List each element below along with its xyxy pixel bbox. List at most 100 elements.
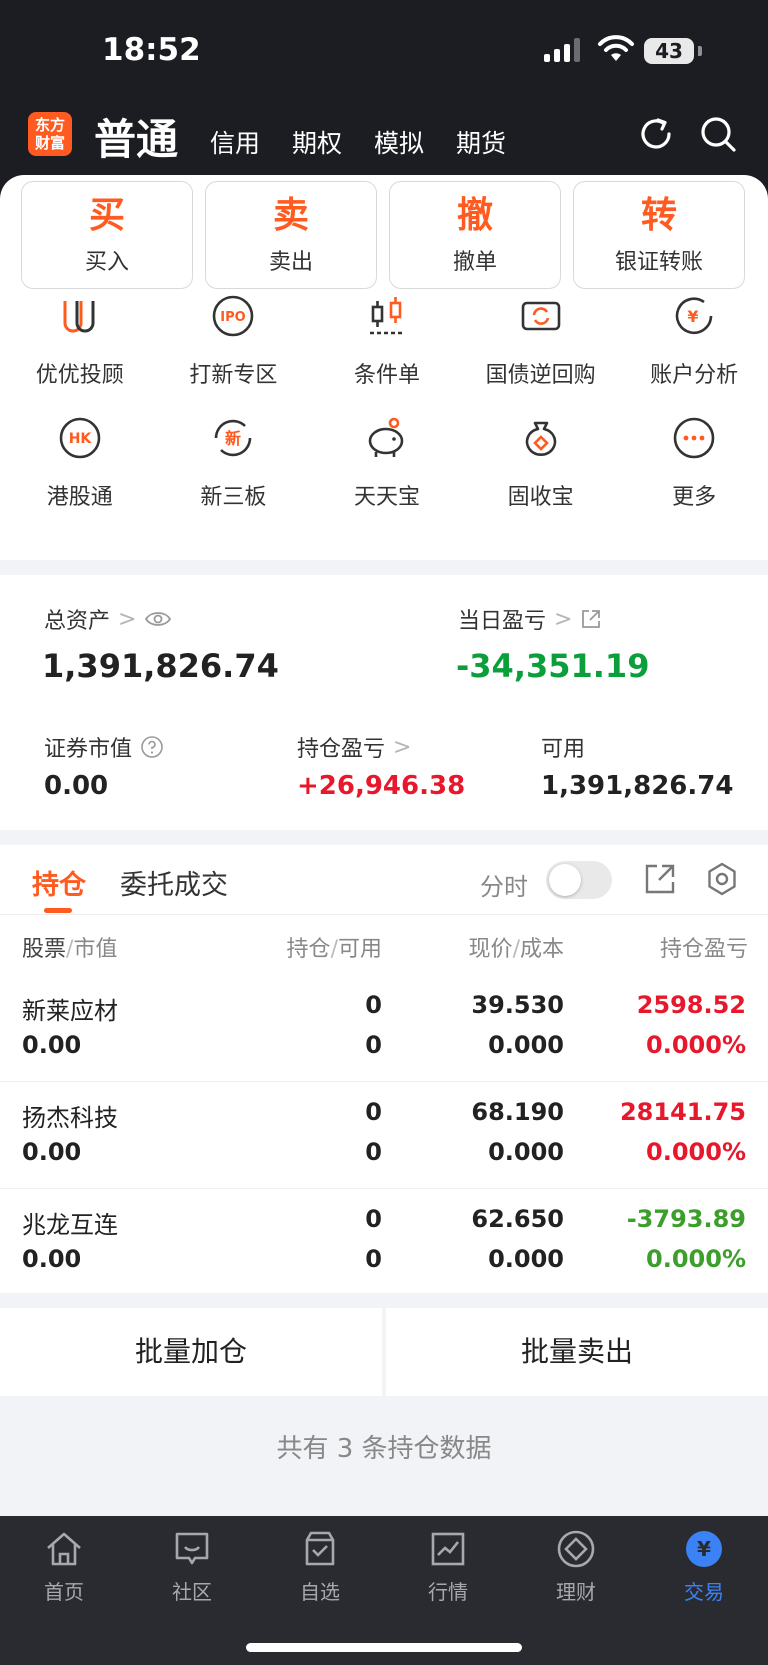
bank-transfer-button[interactable]: 转 银证转账 — [573, 181, 745, 289]
toggle-knob — [549, 864, 581, 896]
battery-icon: 43 — [644, 38, 694, 64]
trade-panel: 买 买入 卖 卖出 撤 撤单 转 银证转账 优优投顾 IPO 打新专区 条件单 … — [0, 175, 768, 560]
tab-positions[interactable]: 持仓 — [32, 863, 86, 902]
piggy-bank-icon — [368, 417, 404, 457]
day-pl-value: -34,351.19 — [456, 647, 650, 685]
sell-button[interactable]: 卖 卖出 — [205, 181, 377, 289]
chevron-right-icon: > — [393, 734, 412, 760]
eye-icon[interactable] — [144, 609, 172, 629]
battery-cap — [698, 46, 702, 56]
buy-button[interactable]: 买 买入 — [21, 181, 193, 289]
gear-icon[interactable] — [704, 861, 740, 897]
home-icon — [47, 1532, 81, 1566]
diamond-icon — [557, 1530, 595, 1568]
chevron-right-icon: > — [554, 606, 573, 632]
feature-grid-row1: 优优投顾 IPO 打新专区 条件单 国债逆回购 ¥ 账户分析 — [0, 293, 768, 389]
intraday-toggle[interactable] — [546, 861, 612, 899]
top-bar: 18:52 43 东方 财富 普通 信用 期权 模拟 期货 — [0, 0, 768, 200]
total-assets-label[interactable]: 总资产 > — [44, 603, 172, 635]
col-stock: 股票/市值 — [22, 937, 118, 962]
svg-text:IPO: IPO — [221, 310, 246, 325]
available-value: 1,391,826.74 — [541, 771, 734, 801]
chevron-right-icon: > — [118, 606, 137, 632]
nav-trade[interactable]: ¥ 交易 — [640, 1528, 768, 1605]
cancel-order-button[interactable]: 撤 撤单 — [389, 181, 561, 289]
holdings-header: 股票/市值 持仓/可用 现价/成本 持仓盈亏 — [0, 931, 768, 971]
table-row[interactable]: 兆龙互连 0.00 0 0 62.650 0.000 -3793.89 0.00… — [0, 1189, 768, 1296]
checkbox-icon — [305, 1531, 335, 1566]
holdings-tabs: 持仓 委托成交 分时 — [0, 845, 768, 915]
home-indicator — [246, 1643, 522, 1652]
share-icon[interactable] — [642, 861, 678, 897]
search-icon[interactable] — [698, 114, 738, 154]
tab-orders-trades[interactable]: 委托成交 — [120, 863, 228, 902]
available-label: 可用 — [541, 737, 586, 762]
assets-card: 总资产 > 1,391,826.74 当日盈亏 > -34,351.19 证券市… — [0, 575, 768, 830]
nav-market[interactable]: 行情 — [384, 1528, 512, 1605]
feature-more[interactable]: 更多 — [620, 415, 768, 511]
tab-simulate[interactable]: 模拟 — [374, 124, 424, 160]
svg-text:¥: ¥ — [688, 307, 699, 326]
securities-value-label: 证券市值 — [44, 731, 164, 763]
batch-sell-button[interactable]: 批量卖出 — [386, 1308, 768, 1396]
action-buttons: 买 买入 卖 卖出 撤 撤单 转 银证转账 — [21, 181, 745, 289]
feature-neeq[interactable]: 新 新三板 — [160, 415, 308, 511]
reverse-repo-icon — [521, 301, 560, 331]
position-pl-label[interactable]: 持仓盈亏 > — [297, 731, 411, 763]
feature-advisor[interactable]: 优优投顾 — [6, 293, 154, 389]
svg-text:HK: HK — [69, 431, 93, 447]
feature-grid-row2: HK 港股通 新 新三板 天天宝 固收宝 更多 — [0, 415, 768, 511]
col-pl: 持仓盈亏 — [659, 937, 748, 962]
hk-icon: HK — [59, 417, 101, 459]
chat-icon — [175, 1532, 209, 1565]
total-assets-value: 1,391,826.74 — [42, 647, 279, 685]
app-header: 东方 财富 普通 信用 期权 模拟 期货 — [0, 100, 768, 180]
help-icon[interactable] — [140, 735, 164, 759]
chart-icon — [431, 1532, 465, 1566]
trade-icon: ¥ — [686, 1531, 722, 1567]
signal-icon — [544, 38, 580, 62]
refresh-icon[interactable] — [636, 114, 676, 154]
nav-home[interactable]: 首页 — [0, 1528, 128, 1605]
feature-hk-connect[interactable]: HK 港股通 — [6, 415, 154, 511]
nav-watchlist[interactable]: 自选 — [256, 1528, 384, 1605]
new-board-icon: 新 — [215, 419, 252, 457]
status-time: 18:52 — [102, 32, 201, 68]
svg-text:新: 新 — [225, 429, 241, 448]
batch-actions: 批量加仓 批量卖出 — [0, 1308, 768, 1396]
holdings-section: 持仓 委托成交 分时 股票/市值 持仓/可用 现价/成本 持仓盈亏 新莱应材 0… — [0, 845, 768, 1293]
account-analysis-icon: ¥ — [675, 297, 713, 335]
tab-normal[interactable]: 普通 — [94, 106, 178, 167]
share-icon[interactable] — [580, 608, 602, 630]
candlestick-icon — [369, 297, 404, 335]
batch-add-button[interactable]: 批量加仓 — [0, 1308, 382, 1396]
day-pl-label[interactable]: 当日盈亏 > — [458, 603, 602, 635]
feature-ipo[interactable]: IPO 打新专区 — [160, 293, 308, 389]
feature-reverse-repo[interactable]: 国债逆回购 — [467, 293, 615, 389]
intraday-label: 分时 — [480, 873, 528, 901]
tab-options[interactable]: 期权 — [292, 124, 342, 160]
tab-underline — [44, 908, 72, 913]
feature-fixed-income[interactable]: 固收宝 — [467, 415, 615, 511]
advisor-icon — [63, 301, 95, 333]
wifi-icon — [598, 35, 634, 61]
col-position: 持仓/可用 — [286, 937, 382, 962]
app-logo: 东方 财富 — [28, 112, 72, 156]
tab-credit[interactable]: 信用 — [210, 124, 260, 160]
nav-wealth[interactable]: 理财 — [512, 1528, 640, 1605]
money-bag-icon — [525, 421, 556, 456]
status-bar: 18:52 43 — [0, 0, 768, 100]
nav-community[interactable]: 社区 — [128, 1528, 256, 1605]
more-icon — [673, 417, 715, 459]
svg-text:¥: ¥ — [697, 1537, 711, 1561]
tab-futures[interactable]: 期货 — [456, 124, 506, 160]
ipo-icon: IPO — [213, 295, 254, 337]
feature-tiantianbao[interactable]: 天天宝 — [313, 415, 461, 511]
position-pl-value: +26,946.38 — [297, 771, 466, 801]
table-row[interactable]: 新莱应材 0.00 0 0 39.530 0.000 2598.52 0.000… — [0, 975, 768, 1082]
table-row[interactable]: 扬杰科技 0.00 0 0 68.190 0.000 28141.75 0.00… — [0, 1082, 768, 1189]
feature-account-analysis[interactable]: ¥ 账户分析 — [620, 293, 768, 389]
securities-value: 0.00 — [44, 771, 109, 801]
col-price: 现价/成本 — [468, 937, 564, 962]
feature-conditional-order[interactable]: 条件单 — [313, 293, 461, 389]
